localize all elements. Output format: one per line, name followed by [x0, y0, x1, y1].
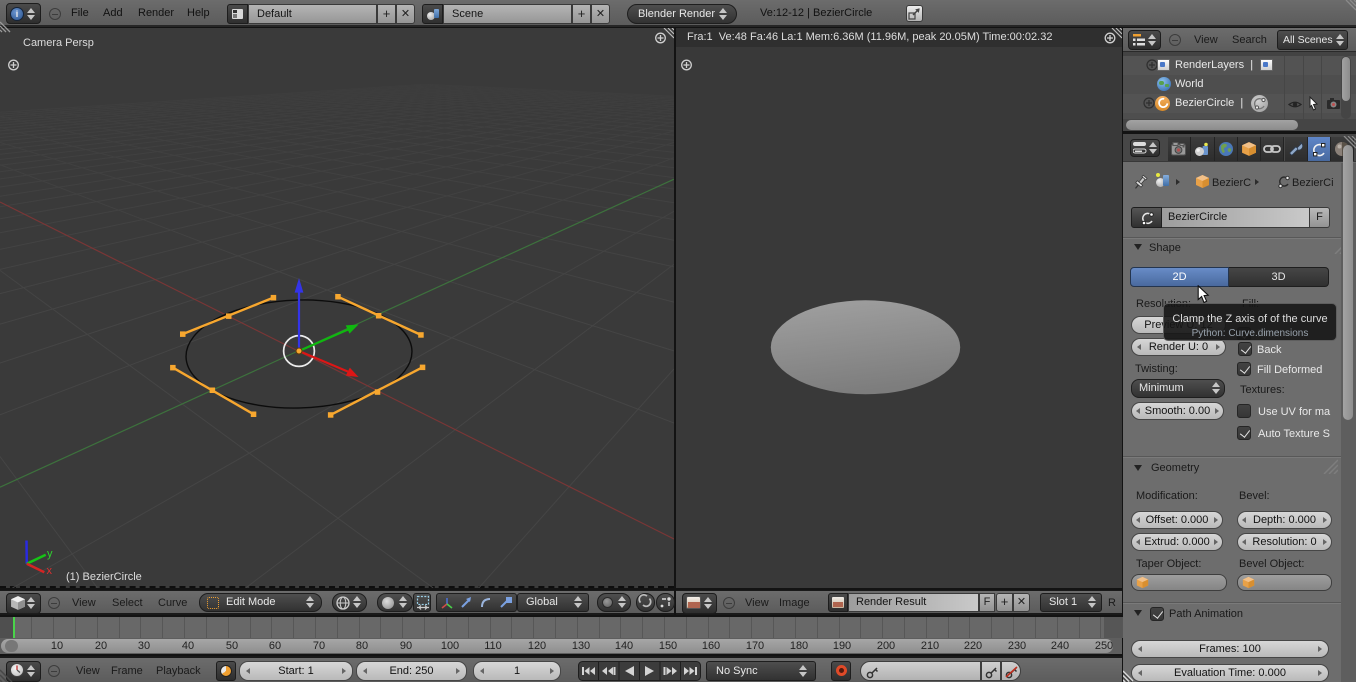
svg-text:x: x [47, 565, 53, 577]
svg-text:(1) BezierCircle: (1) BezierCircle [66, 571, 142, 583]
svg-text:Camera Persp: Camera Persp [23, 37, 94, 49]
svg-text:y: y [47, 548, 53, 560]
